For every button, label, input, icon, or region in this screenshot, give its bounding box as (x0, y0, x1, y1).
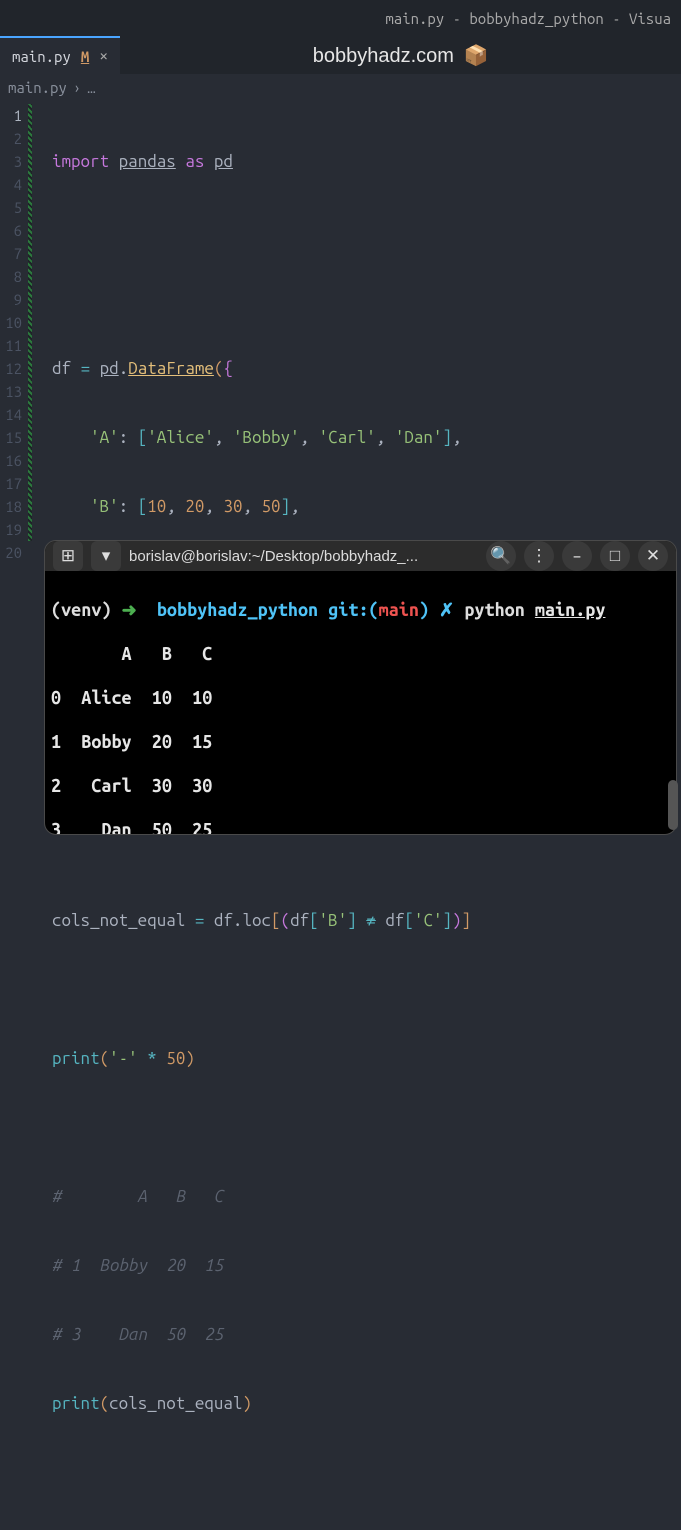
breadcrumb-file: main.py (8, 79, 67, 96)
chevron-down-icon: ▾ (102, 546, 111, 566)
line-number: 18 (0, 495, 22, 518)
line-number: 19 (0, 518, 22, 541)
watermark: bobbyhadz.com 📦 (120, 43, 681, 68)
code-line (52, 1461, 471, 1484)
code-line (52, 1116, 471, 1139)
new-tab-button[interactable]: ⊞ (53, 541, 83, 571)
line-number: 16 (0, 449, 22, 472)
terminal-line: 1 Bobby 20 15 (51, 731, 670, 753)
line-number: 11 (0, 334, 22, 357)
close-icon: ✕ (646, 546, 660, 566)
search-button[interactable]: 🔍 (486, 541, 516, 571)
terminal-window: ⊞ ▾ borislav@borislav:~/Desktop/bobbyhad… (44, 540, 677, 835)
kebab-icon: ⋮ (531, 546, 548, 566)
tab-modified-badge: M (81, 48, 89, 65)
line-number: 9 (0, 288, 22, 311)
code-line: 'A': ['Alice', 'Bobby', 'Carl', 'Dan'], (52, 426, 471, 449)
breadcrumb[interactable]: main.py › … (0, 74, 681, 100)
terminal-line: 3 Dan 50 25 (51, 819, 670, 834)
cube-icon: 📦 (464, 45, 489, 67)
minimize-icon: – (572, 547, 582, 566)
terminal-titlebar[interactable]: ⊞ ▾ borislav@borislav:~/Desktop/bobbyhad… (45, 541, 676, 571)
code-line: cols_not_equal = df.loc[(df['B'] ≠ df['C… (52, 909, 471, 932)
window-title: main.py - bobbyhadz_python - Visua (385, 10, 671, 27)
line-number: 13 (0, 380, 22, 403)
code-line: 'B': [10, 20, 30, 50], (52, 495, 471, 518)
maximize-button[interactable]: □ (600, 541, 630, 571)
line-number: 5 (0, 196, 22, 219)
new-tab-icon: ⊞ (61, 546, 75, 566)
code-line: import pandas as pd (52, 150, 471, 173)
tab-filename: main.py (12, 48, 71, 65)
breadcrumb-rest: … (87, 79, 95, 96)
search-icon: 🔍 (490, 546, 511, 566)
code-line (52, 219, 471, 242)
line-number: 15 (0, 426, 22, 449)
line-number: 10 (0, 311, 22, 334)
terminal-title: borislav@borislav:~/Desktop/bobbyhadz_..… (129, 548, 418, 565)
menu-button[interactable]: ⋮ (524, 541, 554, 571)
watermark-text: bobbyhadz.com (313, 45, 454, 67)
window-title-bar: main.py - bobbyhadz_python - Visua (0, 0, 681, 36)
line-number: 17 (0, 472, 22, 495)
terminal-line: (venv) ➜ bobbyhadz_python git:(main) ✗ p… (51, 599, 670, 621)
code-line: print('-' * 50) (52, 1047, 471, 1070)
code-line (52, 978, 471, 1001)
minimize-button[interactable]: – (562, 541, 592, 571)
line-number: 20 (0, 541, 22, 564)
code-line: # 1 Bobby 20 15 (52, 1254, 471, 1277)
code-line (52, 288, 471, 311)
code-line: # 3 Dan 50 25 (52, 1323, 471, 1346)
close-icon[interactable]: × (99, 47, 108, 65)
line-number: 6 (0, 219, 22, 242)
terminal-line: A B C (51, 643, 670, 665)
chevron-right-icon: › (73, 79, 81, 96)
code-line: print(cols_not_equal) (52, 1392, 471, 1415)
maximize-icon: □ (610, 546, 620, 567)
tab-menu-button[interactable]: ▾ (91, 541, 121, 571)
code-line: df = pd.DataFrame({ (52, 357, 471, 380)
tab-bar: main.py M × bobbyhadz.com 📦 (0, 36, 681, 74)
close-button[interactable]: ✕ (638, 541, 668, 571)
gutter: 1 2 3 4 5 6 7 8 9 10 11 12 13 14 15 16 1… (0, 104, 26, 1530)
terminal-line: 0 Alice 10 10 (51, 687, 670, 709)
line-number: 14 (0, 403, 22, 426)
terminal-body[interactable]: (venv) ➜ bobbyhadz_python git:(main) ✗ p… (45, 571, 676, 834)
terminal-line: 2 Carl 30 30 (51, 775, 670, 797)
line-number: 12 (0, 357, 22, 380)
line-number: 1 (0, 104, 22, 127)
line-number: 2 (0, 127, 22, 150)
code-line (52, 840, 471, 863)
scrollbar-thumb[interactable] (668, 780, 678, 830)
line-number: 7 (0, 242, 22, 265)
line-number: 4 (0, 173, 22, 196)
line-number: 3 (0, 150, 22, 173)
line-number: 8 (0, 265, 22, 288)
code-line: # A B C (52, 1185, 471, 1208)
tab-main-py[interactable]: main.py M × (0, 36, 120, 74)
